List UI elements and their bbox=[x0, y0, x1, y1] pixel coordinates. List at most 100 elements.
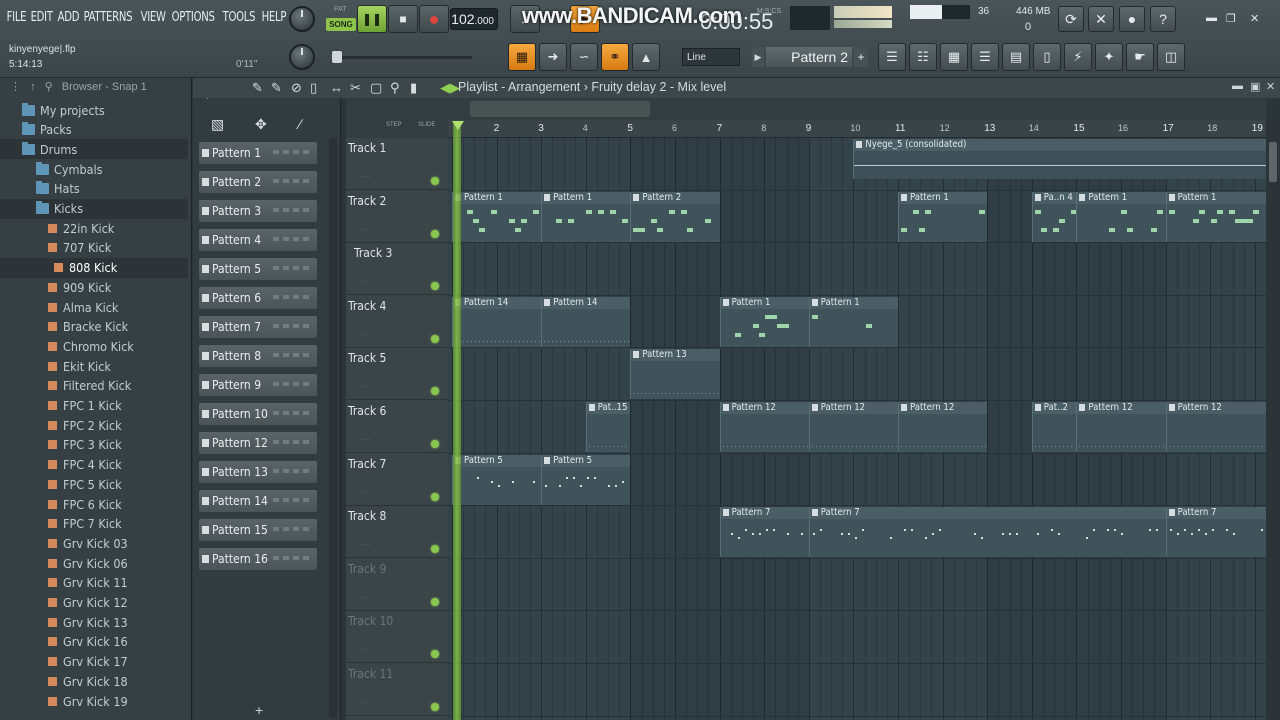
close-button[interactable]: ✕ bbox=[1250, 12, 1259, 25]
track-name[interactable]: Track 10 bbox=[348, 614, 393, 628]
project-tools-button[interactable]: ✦ bbox=[1095, 43, 1123, 71]
browser-file[interactable]: FPC 5 Kick bbox=[0, 474, 188, 494]
menu-add[interactable]: ADD bbox=[55, 6, 82, 29]
track-name[interactable]: Track 9 bbox=[348, 562, 386, 576]
pattern-item[interactable]: Pattern 1 bbox=[199, 142, 317, 164]
touch-controller-button[interactable]: ☛ bbox=[1126, 43, 1154, 71]
playlist-arrow-icon[interactable]: ◀▶ bbox=[440, 80, 460, 96]
track-name[interactable]: Track 11 bbox=[348, 667, 393, 681]
browser-folder[interactable]: Cymbals bbox=[0, 159, 188, 179]
browser-file[interactable]: 808 Kick bbox=[0, 257, 188, 278]
current-pattern[interactable]: Pattern 2 bbox=[766, 47, 852, 67]
playhead-marker-icon[interactable] bbox=[452, 121, 464, 130]
pattern-clip[interactable]: Pattern 7 bbox=[808, 507, 1166, 558]
menu-help[interactable]: HELP bbox=[259, 6, 289, 29]
browser-file[interactable]: Grv Kick 19 bbox=[0, 691, 188, 711]
track-header[interactable]: Track 9... bbox=[346, 559, 448, 611]
paint-tool-icon[interactable]: ✎ bbox=[271, 80, 282, 96]
menu-patterns[interactable]: PATTERNS bbox=[81, 6, 135, 29]
pattern-item[interactable]: Pattern 9 bbox=[199, 374, 317, 396]
browser-folder[interactable]: Drums bbox=[0, 139, 188, 160]
playback-tool-icon[interactable]: ▮ bbox=[410, 80, 417, 96]
select-tool-icon[interactable]: ▢ bbox=[370, 80, 382, 96]
add-pattern-plus[interactable]: + bbox=[255, 702, 263, 718]
pattern-item[interactable]: Pattern 15 bbox=[199, 519, 317, 541]
browser-folder[interactable]: Packs bbox=[0, 120, 188, 140]
playlist-scroll-thumb[interactable] bbox=[470, 101, 650, 117]
stop-button[interactable]: ■ bbox=[388, 5, 418, 33]
online-button[interactable]: ⟳ bbox=[1058, 6, 1084, 32]
menu-tools[interactable]: TOOLS bbox=[220, 6, 258, 29]
browser-file[interactable]: 909 Kick bbox=[0, 277, 188, 297]
track-mute-led[interactable] bbox=[431, 440, 439, 448]
pattern-clip[interactable]: Pattern 2 bbox=[630, 191, 720, 242]
browser-file[interactable]: Grv Kick 13 bbox=[0, 612, 188, 632]
stamp-button[interactable]: ▲ bbox=[632, 43, 660, 71]
help-button[interactable]: ? bbox=[1150, 6, 1176, 32]
delete-tool-icon[interactable]: ⊘ bbox=[291, 80, 302, 96]
pattern-clip[interactable]: Pat..15 bbox=[585, 402, 631, 452]
track-header[interactable]: Track 10... bbox=[346, 611, 448, 664]
pattern-clip[interactable]: Pattern 12 bbox=[719, 402, 809, 452]
pattern-prev-arrow-icon[interactable]: ▶ bbox=[752, 47, 764, 67]
draw-tool-icon[interactable]: ✎ bbox=[252, 80, 263, 96]
slide-button[interactable]: ∽ bbox=[570, 43, 598, 71]
browser-folder[interactable]: Kicks bbox=[0, 198, 188, 219]
track-header[interactable]: Track 3... bbox=[346, 243, 448, 296]
browser-file[interactable]: Grv Kick 16 bbox=[0, 632, 188, 652]
track-mute-led[interactable] bbox=[431, 492, 439, 501]
song-pattern-switch[interactable]: PAT SONG bbox=[326, 6, 356, 32]
pattern-clip[interactable]: Pattern 13 bbox=[630, 349, 720, 400]
track-header[interactable]: Track 6... bbox=[346, 401, 448, 453]
track-mute-led[interactable] bbox=[431, 177, 439, 185]
pattern-clip[interactable]: Pattern 1 bbox=[541, 191, 631, 242]
track-mute-led[interactable] bbox=[431, 703, 439, 711]
browser-file[interactable]: Grv Kick 03 bbox=[0, 533, 188, 553]
pattern-item[interactable]: Pattern 5 bbox=[199, 258, 317, 280]
pattern-clip[interactable]: Pattern 12 bbox=[1076, 402, 1166, 452]
pattern-item[interactable]: Pattern 8 bbox=[199, 345, 317, 367]
track-name[interactable]: Track 7 bbox=[348, 457, 386, 471]
browser-options-icon[interactable]: ⋮ bbox=[10, 81, 21, 93]
slip-tool-icon[interactable]: ↔ bbox=[330, 80, 343, 95]
mic-button[interactable]: ● bbox=[1119, 6, 1145, 32]
bar-ruler[interactable]: 2 3 4 5 6 7 8 9 10 11 12 13 14 15 16 17 18 19 bbox=[448, 120, 1266, 138]
track-header[interactable]: Track 5... bbox=[346, 348, 448, 401]
pattern-clip[interactable]: Pattern 1 bbox=[1076, 191, 1166, 242]
pattern-item[interactable]: Pattern 13 bbox=[199, 461, 317, 483]
track-header[interactable]: Track 1... bbox=[346, 138, 448, 190]
plugin-picker-button[interactable]: ⚡ bbox=[1064, 43, 1092, 71]
track-options-icon[interactable]: ... bbox=[362, 169, 370, 179]
pattern-item[interactable]: Pattern 2 bbox=[199, 171, 317, 193]
browser-file[interactable]: FPC 1 Kick bbox=[0, 396, 188, 416]
menu-edit[interactable]: EDIT bbox=[28, 6, 55, 29]
zoom-tool-icon[interactable]: ⚲ bbox=[390, 80, 400, 96]
shop-button[interactable]: ◫ bbox=[1157, 43, 1185, 71]
track-name[interactable]: Track 5 bbox=[348, 351, 386, 365]
browser-file[interactable]: Ekit Kick bbox=[0, 356, 188, 376]
track-options-icon[interactable]: ... bbox=[362, 590, 370, 600]
pattern-clip[interactable]: Pattern 14 bbox=[541, 296, 631, 347]
track-mute-led[interactable] bbox=[431, 650, 439, 659]
piano-icon[interactable]: ▧ bbox=[211, 116, 224, 133]
master-pitch-knob[interactable] bbox=[289, 44, 315, 70]
browser-file[interactable]: Grv Kick 12 bbox=[0, 593, 188, 613]
pitch-slider-handle[interactable] bbox=[332, 51, 342, 63]
pattern-clip[interactable]: Pattern 1 bbox=[898, 191, 988, 242]
maximize-button[interactable]: ❐ bbox=[1226, 12, 1236, 25]
browser-file[interactable]: FPC 4 Kick bbox=[0, 455, 188, 475]
browser-file[interactable]: FPC 7 Kick bbox=[0, 514, 188, 534]
track-name[interactable]: Track 2 bbox=[348, 194, 386, 208]
slice-tool-icon[interactable]: ✂ bbox=[350, 80, 361, 96]
track-name[interactable]: Track 8 bbox=[348, 509, 386, 523]
browser-search-icon[interactable]: ⚲ bbox=[45, 81, 53, 93]
menu-view[interactable]: VIEW bbox=[138, 6, 168, 29]
pattern-clip[interactable]: Pattern 7 bbox=[719, 507, 809, 558]
browser-file[interactable]: Grv Kick 17 bbox=[0, 652, 188, 672]
browser-folder[interactable]: Hats bbox=[0, 179, 188, 199]
tempo-display[interactable]: 102.000 bbox=[450, 8, 498, 30]
arrangement-grid[interactable]: Nyege_5 (consolidated) Pattern 1 Pattern 1… bbox=[448, 138, 1279, 720]
channel-rack-button[interactable]: ▦ bbox=[940, 43, 968, 71]
audio-icon[interactable]: ✥ bbox=[255, 116, 267, 133]
pattern-clip[interactable]: Pattern 1 bbox=[452, 191, 542, 242]
